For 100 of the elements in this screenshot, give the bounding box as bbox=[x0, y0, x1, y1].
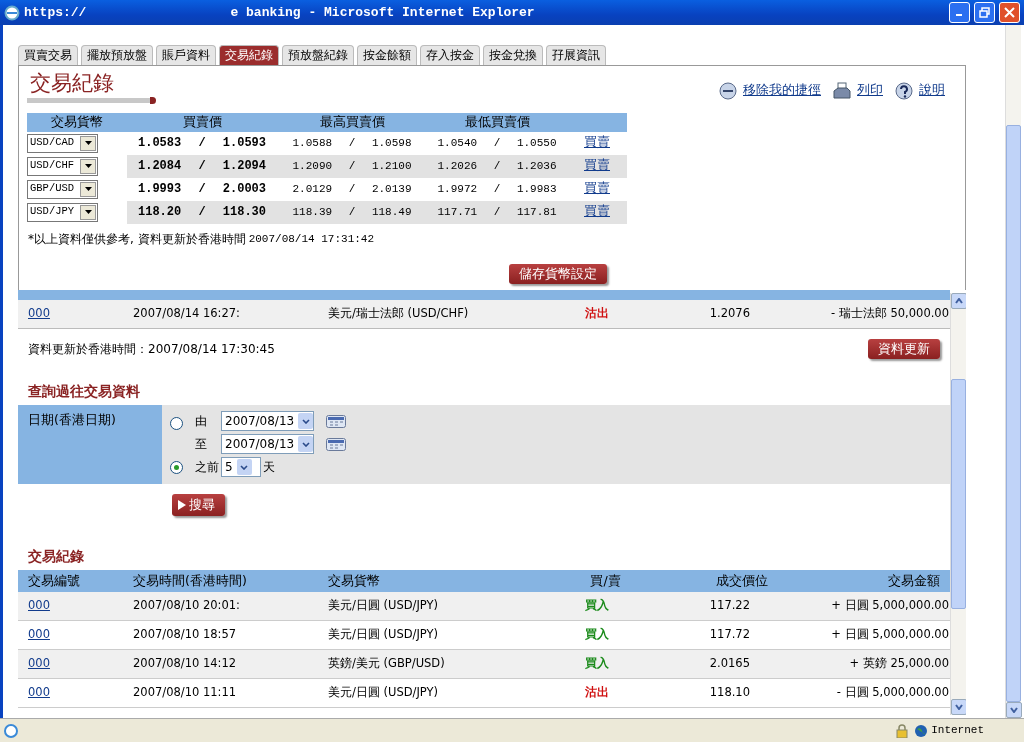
globe-icon bbox=[914, 723, 929, 738]
refresh-button[interactable]: 資料更新 bbox=[868, 339, 940, 359]
window-title: e banking - Microsoft Internet Explorer bbox=[230, 3, 535, 22]
section-title: 查詢過往交易資料 bbox=[27, 382, 141, 401]
close-icon[interactable] bbox=[1004, 7, 1015, 18]
table-cell: 1.9993 / 2.0003 bbox=[138, 182, 266, 197]
tab[interactable]: 按金兌換 bbox=[483, 45, 543, 65]
trade-side: 沽出 bbox=[583, 305, 610, 323]
column-header: 最低買賣價 bbox=[427, 113, 567, 132]
play-icon bbox=[178, 500, 186, 510]
tab[interactable]: 孖展資訊 bbox=[546, 45, 606, 65]
column-header: 成交價位 bbox=[715, 571, 768, 590]
tab[interactable]: 買賣交易 bbox=[18, 45, 78, 65]
caret-icon[interactable] bbox=[84, 164, 92, 169]
link[interactable]: 列印 bbox=[857, 81, 883, 100]
caret-icon[interactable] bbox=[84, 141, 92, 146]
table-cell-text: - 瑞士法郎 50,000.00 bbox=[830, 305, 950, 323]
column-header: 最高買賣價 bbox=[277, 113, 427, 132]
tab[interactable]: 賬戶資料 bbox=[156, 45, 216, 65]
scroll-down-icon[interactable] bbox=[1010, 707, 1018, 713]
table-cell: 117.71 / 117.81 bbox=[437, 206, 557, 218]
table-cell: 1.2084 / 1.2094 bbox=[138, 159, 266, 174]
table-cell: 1.9972 / 1.9983 bbox=[437, 183, 557, 195]
update-time: 2007/08/14 17:31:42 bbox=[248, 231, 375, 247]
table-cell: 1.0540 / 1.0550 bbox=[437, 137, 557, 149]
restore-button[interactable] bbox=[974, 2, 995, 23]
table-cell-text: 2007/08/10 14:12 bbox=[132, 655, 238, 673]
scroll-up-icon[interactable] bbox=[955, 298, 963, 304]
tab[interactable]: 擺放預放盤 bbox=[81, 45, 153, 65]
calendar-icon[interactable] bbox=[326, 437, 347, 451]
days-select[interactable]: 5 bbox=[221, 457, 261, 477]
browser-icon bbox=[4, 4, 20, 21]
currency-select[interactable]: USD/CAD bbox=[27, 133, 99, 153]
table-cell-text: 117.72 bbox=[708, 626, 751, 644]
radio-button[interactable] bbox=[170, 417, 183, 430]
tab[interactable]: 按金餘額 bbox=[357, 45, 417, 65]
trade-id-link[interactable]: 000 bbox=[28, 656, 50, 671]
column-header: 買/賣 bbox=[589, 571, 622, 590]
help-icon[interactable] bbox=[895, 81, 913, 100]
column-header: 交易編號 bbox=[28, 571, 81, 590]
scrollbar[interactable] bbox=[1005, 25, 1021, 718]
caret-icon[interactable] bbox=[84, 210, 92, 215]
table-cell-text: + 日圓 5,000,000.00 bbox=[830, 626, 950, 644]
date-select[interactable]: 2007/08/13 bbox=[221, 434, 315, 454]
field-label: 天 bbox=[263, 459, 275, 476]
link[interactable]: 移除我的捷徑 bbox=[743, 81, 821, 100]
table-cell: 2.0129 / 2.0139 bbox=[292, 183, 412, 195]
currency-select[interactable]: GBP/USD bbox=[27, 179, 99, 199]
trade-id-link[interactable]: 000 bbox=[28, 306, 50, 321]
lock-icon bbox=[896, 723, 909, 738]
table-cell-text: 美元/日圓 (USD/JPY) bbox=[327, 626, 440, 644]
trade-id-link[interactable]: 000 bbox=[28, 627, 50, 642]
table-cell-text: 117.22 bbox=[708, 597, 751, 615]
trade-link[interactable]: 買賣 bbox=[584, 135, 610, 150]
save-currency-button[interactable]: 儲存貨幣設定 bbox=[509, 263, 607, 284]
search-button[interactable]: 搜尋 bbox=[172, 494, 225, 516]
table-cell-text: 2007/08/10 18:57 bbox=[132, 626, 238, 644]
trade-id-link[interactable]: 000 bbox=[28, 685, 50, 700]
window-title: https:// bbox=[24, 3, 87, 22]
table-cell: 1.2090 / 1.2100 bbox=[292, 160, 412, 172]
table-cell: 118.20 / 118.30 bbox=[138, 205, 266, 220]
tab[interactable]: 預放盤紀錄 bbox=[282, 45, 354, 65]
restore-icon[interactable] bbox=[979, 7, 990, 18]
field-label: 由 bbox=[195, 413, 208, 430]
table-cell-text: 美元/日圓 (USD/JPY) bbox=[327, 684, 440, 702]
table-cell-text: 美元/日圓 (USD/JPY) bbox=[327, 597, 440, 615]
printer-icon[interactable] bbox=[833, 81, 851, 100]
tab[interactable]: 存入按金 bbox=[420, 45, 480, 65]
trade-id-link[interactable]: 000 bbox=[28, 598, 50, 613]
table-cell-text: + 英鎊 25,000.00 bbox=[848, 655, 950, 673]
trade-side: 買入 bbox=[583, 626, 610, 644]
table-cell-text: 118.10 bbox=[708, 684, 751, 702]
caret-icon[interactable] bbox=[84, 187, 92, 192]
tab[interactable]: 交易紀錄 bbox=[219, 45, 279, 65]
date-select[interactable]: 2007/08/13 bbox=[221, 411, 315, 431]
trade-side: 買入 bbox=[583, 655, 610, 673]
table-cell: 1.2026 / 1.2036 bbox=[437, 160, 557, 172]
page-icon bbox=[4, 723, 18, 738]
trade-link[interactable]: 買賣 bbox=[584, 181, 610, 196]
currency-select[interactable]: USD/JPY bbox=[27, 202, 99, 222]
table-cell-text: 2007/08/14 16:27: bbox=[132, 305, 241, 323]
column-header: 交易金額 bbox=[887, 571, 941, 590]
radio-button[interactable] bbox=[170, 460, 183, 474]
table-cell-text: + 日圓 5,000,000.00 bbox=[830, 597, 950, 615]
minimize-button[interactable] bbox=[949, 2, 970, 23]
column-header: 買賣價 bbox=[127, 113, 277, 132]
table-cell-text: 英鎊/美元 (GBP/USD) bbox=[327, 655, 446, 673]
link[interactable]: 說明 bbox=[919, 81, 945, 100]
update-time: 資料更新於香港時間：2007/08/14 17:30:45 bbox=[28, 341, 275, 358]
table-cell-text: 2007/08/10 11:11 bbox=[132, 684, 238, 702]
remove-icon[interactable] bbox=[719, 81, 737, 100]
close-button[interactable] bbox=[999, 2, 1020, 23]
scroll-down-icon[interactable] bbox=[955, 704, 963, 710]
security-zone: Internet bbox=[931, 723, 984, 739]
currency-select[interactable]: USD/CHF bbox=[27, 156, 99, 176]
calendar-icon[interactable] bbox=[326, 414, 347, 428]
trade-side: 買入 bbox=[583, 597, 610, 615]
scrollbar[interactable] bbox=[950, 293, 966, 715]
table-cell-text: 1.2076 bbox=[708, 305, 751, 323]
page-title: 交易紀錄 bbox=[29, 70, 115, 96]
